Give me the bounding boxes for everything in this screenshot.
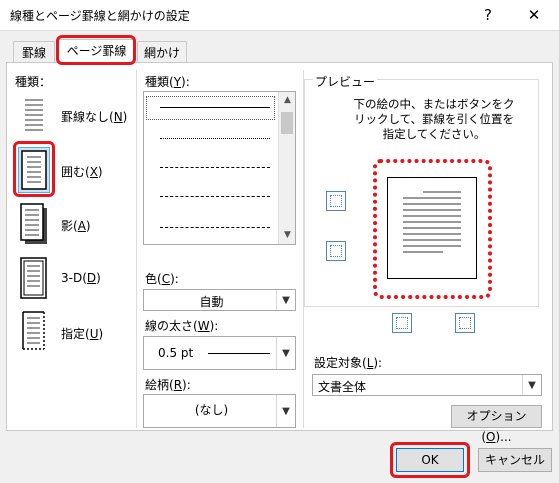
ok-highlight [390, 442, 470, 478]
apply-to-label: 設定対象(L): [314, 356, 383, 370]
help-button[interactable]: ? [474, 4, 502, 26]
art-value: (なし) [194, 403, 229, 417]
setting-box-label[interactable]: 囲む(X) [61, 163, 103, 180]
left-border-button[interactable] [392, 313, 412, 333]
color-select[interactable]: 自動 ▼ [143, 289, 296, 311]
setting-none-label[interactable]: 罫線なし(N) [61, 108, 127, 125]
width-select[interactable]: 0.5 pt ▼ [143, 336, 296, 370]
right-border-button[interactable] [455, 313, 475, 333]
scroll-thumb[interactable] [281, 112, 293, 134]
color-value: 自動 [199, 295, 224, 309]
apply-to-value: 文書全体 [318, 380, 367, 394]
setting-3d-label[interactable]: 3-D(D) [61, 271, 101, 285]
chevron-down-icon: ▼ [276, 290, 295, 310]
scroll-down-icon[interactable]: ▼ [279, 227, 296, 244]
setting-heading: 種類： [15, 75, 52, 89]
apply-to-select[interactable]: 文書全体 ▼ [312, 374, 542, 396]
bottom-border-button[interactable] [326, 241, 346, 261]
width-sample-line [208, 353, 270, 354]
style-scrollbar[interactable]: ▲ ▼ [278, 92, 295, 244]
chevron-down-icon: ▼ [276, 395, 295, 427]
preview-heading: プレビュー [313, 73, 378, 90]
title-bar: 線種とページ罫線と網かけの設定 ? ✕ [0, 0, 559, 30]
scroll-up-icon[interactable]: ▲ [279, 92, 296, 109]
chevron-down-icon: ▼ [276, 337, 295, 369]
tab-borders[interactable]: 罫線 [13, 41, 55, 63]
art-select[interactable]: (なし) ▼ [143, 394, 296, 428]
tab-shading[interactable]: 網かけ [137, 41, 187, 63]
preview-text-lines [403, 190, 461, 258]
preview-instruction: 下の絵の中、またはボタンをクリックして、罫線を引く位置を指定してください。 [353, 97, 515, 141]
setting-3d-icon[interactable] [18, 256, 50, 300]
style-item-selected[interactable] [146, 96, 275, 120]
setting-shadow-icon[interactable] [18, 202, 50, 246]
options-button[interactable]: オプション(O)... [451, 405, 542, 444]
style-dotted-line[interactable] [160, 138, 270, 139]
style-small-dash-line[interactable] [160, 167, 270, 168]
chevron-down-icon: ▼ [522, 375, 541, 395]
style-dash-dot-line[interactable] [160, 227, 270, 228]
box-setting-highlight [13, 141, 55, 197]
width-label: 線の太さ(W): [145, 319, 219, 333]
setting-shadow-label[interactable]: 影(A) [61, 217, 91, 234]
color-label: 色(C): [145, 272, 179, 286]
style-heading: 種類(Y): [145, 75, 190, 89]
cancel-button[interactable]: キャンセル [478, 448, 552, 472]
style-dash-line[interactable] [160, 196, 270, 197]
art-label: 絵柄(R): [145, 378, 191, 392]
setting-custom-icon[interactable] [18, 309, 50, 353]
tab-highlight [56, 35, 136, 65]
divider-left [136, 70, 137, 428]
preview-canvas[interactable] [371, 157, 494, 301]
top-border-button[interactable] [326, 191, 346, 211]
width-value: 0.5 pt [158, 346, 194, 360]
setting-none-icon[interactable] [18, 94, 50, 138]
style-solid-line[interactable] [160, 107, 270, 108]
close-button[interactable]: ✕ [520, 4, 548, 26]
style-listbox[interactable] [143, 91, 296, 245]
setting-custom-label[interactable]: 指定(U) [61, 325, 103, 342]
window-title: 線種とページ罫線と網かけの設定 [10, 9, 190, 23]
